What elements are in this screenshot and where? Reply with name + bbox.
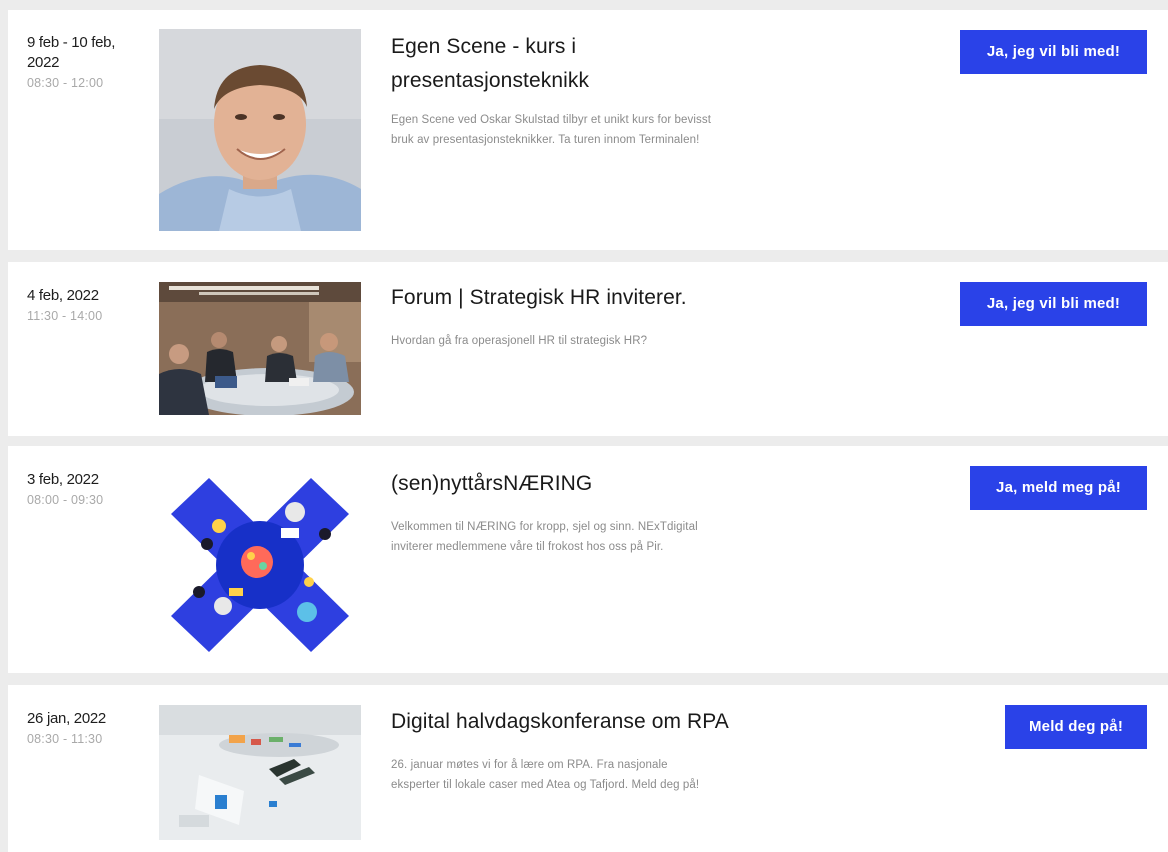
event-description-line: bruk av presentasjonsteknikker. Ta turen… bbox=[391, 134, 700, 146]
join-button[interactable]: Ja, meld meg på! bbox=[970, 466, 1147, 510]
event-description: Velkommen til NÆRING for kropp, sjel og … bbox=[391, 517, 871, 557]
event-date-year: 2022 bbox=[27, 54, 60, 71]
event-title[interactable]: Egen Scene - kurs i presentasjonsteknikk bbox=[391, 30, 871, 98]
event-description-line: inviterer medlemmene våre til frokost ho… bbox=[391, 541, 664, 553]
event-card: 4 feb, 2022 11:30 - 14:00 Forum | Strate… bbox=[8, 262, 1168, 436]
event-content: Egen Scene - kurs i presentasjonsteknikk… bbox=[391, 30, 871, 150]
event-title-line[interactable]: Forum | Strategisk HR inviterer. bbox=[391, 281, 871, 315]
event-list: 9 feb - 10 feb, 2022 08:30 - 12:00 Egen bbox=[0, 0, 1168, 852]
event-date-line: 4 feb, 2022 bbox=[27, 287, 99, 304]
event-card: 26 jan, 2022 08:30 - 11:30 Digital halvd… bbox=[8, 685, 1168, 852]
event-date: 9 feb - 10 feb, 2022 08:30 - 12:00 bbox=[27, 33, 137, 92]
event-description-line: Egen Scene ved Oskar Skulstad tilbyr et … bbox=[391, 114, 712, 126]
event-time: 08:00 - 09:30 bbox=[27, 493, 104, 507]
event-image-desk[interactable] bbox=[159, 705, 361, 840]
event-title-line[interactable]: Digital halvdagskonferanse om RPA bbox=[391, 705, 871, 739]
event-description: 26. januar møtes vi for å lære om RPA. F… bbox=[391, 755, 871, 795]
event-content: (sen)nyttårsNÆRING Velkommen til NÆRING … bbox=[391, 467, 871, 557]
event-date: 26 jan, 2022 08:30 - 11:30 bbox=[27, 709, 137, 748]
event-time: 08:30 - 11:30 bbox=[27, 732, 103, 746]
event-date-line: 26 jan, 2022 bbox=[27, 710, 106, 727]
event-date: 4 feb, 2022 11:30 - 14:00 bbox=[27, 286, 137, 325]
event-description: Egen Scene ved Oskar Skulstad tilbyr et … bbox=[391, 110, 871, 150]
event-title-line[interactable]: (sen)nyttårsNÆRING bbox=[391, 467, 871, 501]
event-image-portrait[interactable] bbox=[159, 29, 361, 231]
event-description-line: Hvordan gå fra operasjonell HR til strat… bbox=[391, 335, 648, 347]
event-title-line[interactable]: presentasjonsteknikk bbox=[391, 64, 871, 98]
event-card: 3 feb, 2022 08:00 - 09:30 (sen)nyttårsNÆ… bbox=[8, 446, 1168, 673]
join-button[interactable]: Ja, jeg vil bli med! bbox=[960, 30, 1147, 74]
event-content: Forum | Strategisk HR inviterer. Hvordan… bbox=[391, 281, 871, 351]
signup-button[interactable]: Meld deg på! bbox=[1005, 705, 1147, 749]
event-title[interactable]: Forum | Strategisk HR inviterer. bbox=[391, 281, 871, 315]
join-button[interactable]: Ja, jeg vil bli med! bbox=[960, 282, 1147, 326]
event-date-line: 3 feb, 2022 bbox=[27, 471, 99, 488]
event-content: Digital halvdagskonferanse om RPA 26. ja… bbox=[391, 705, 871, 795]
event-time: 11:30 - 14:00 bbox=[27, 309, 103, 323]
event-description-line: Velkommen til NÆRING for kropp, sjel og … bbox=[391, 521, 698, 533]
event-image-meeting[interactable] bbox=[159, 282, 361, 415]
event-date: 3 feb, 2022 08:00 - 09:30 bbox=[27, 470, 137, 509]
event-image-x-illustration[interactable] bbox=[159, 466, 361, 656]
event-description: Hvordan gå fra operasjonell HR til strat… bbox=[391, 331, 871, 351]
event-title[interactable]: (sen)nyttårsNÆRING bbox=[391, 467, 871, 501]
event-title-line[interactable]: Egen Scene - kurs i bbox=[391, 30, 871, 64]
event-description-line: eksperter til lokale caser med Atea og T… bbox=[391, 779, 700, 791]
event-description-line: 26. januar møtes vi for å lære om RPA. F… bbox=[391, 759, 668, 771]
event-date-line: 9 feb - 10 feb, bbox=[27, 34, 116, 51]
event-card: 9 feb - 10 feb, 2022 08:30 - 12:00 Egen bbox=[8, 10, 1168, 250]
event-title[interactable]: Digital halvdagskonferanse om RPA bbox=[391, 705, 871, 739]
event-time: 08:30 - 12:00 bbox=[27, 76, 104, 90]
